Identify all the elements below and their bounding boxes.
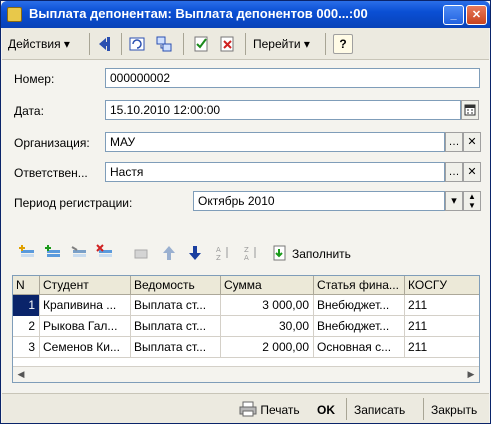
toolbar-separator: [121, 33, 122, 55]
toolbar-separator: [89, 33, 90, 55]
sort-desc-icon[interactable]: ZA: [241, 243, 261, 263]
table-row[interactable]: 1 Крапивина ... Выплата ст... 3 000,00 В…: [13, 295, 479, 316]
ellipsis-icon[interactable]: …: [445, 162, 463, 182]
edit-row-icon[interactable]: [69, 243, 89, 263]
move-up-icon[interactable]: [159, 243, 179, 263]
calendar-icon[interactable]: [461, 100, 479, 120]
org-label: Организация:: [14, 136, 90, 150]
footer-separator: [423, 398, 424, 420]
help-button[interactable]: ?: [333, 34, 353, 54]
table-row[interactable]: 2 Рыкова Гал... Выплата ст... 30,00 Внеб…: [13, 316, 479, 337]
toolbar-separator: [245, 33, 246, 55]
cell-article: Внебюджет...: [314, 295, 405, 316]
cell-statement: Выплата ст...: [131, 337, 221, 358]
period-label: Период регистрации:: [14, 196, 133, 210]
table-row[interactable]: 3 Семенов Ки... Выплата ст... 2 000,00 О…: [13, 337, 479, 358]
students-table[interactable]: N Студент Ведомость Сумма Статья фина...…: [12, 275, 480, 383]
toolbar-separator: [325, 33, 326, 55]
sort-asc-icon[interactable]: AZ: [213, 243, 233, 263]
back-icon[interactable]: [96, 34, 116, 54]
org-field[interactable]: МАУ: [105, 132, 445, 152]
row-number: 3: [13, 337, 40, 358]
svg-text:A: A: [216, 246, 221, 254]
cell-article: Внебюджет...: [314, 316, 405, 337]
dropdown-icon[interactable]: ▾: [445, 191, 463, 211]
row-number: 1: [13, 295, 40, 316]
cell-sum: 30,00: [221, 316, 314, 337]
date-label: Дата:: [14, 104, 44, 118]
help-icon: ?: [339, 37, 347, 51]
add-row-icon[interactable]: [17, 243, 37, 263]
end-edit-icon: [131, 243, 151, 263]
column-header-article[interactable]: Статья фина...: [314, 276, 405, 295]
cell-kosgu: 211: [408, 319, 428, 333]
horizontal-scrollbar[interactable]: ◀ ▶: [13, 366, 479, 382]
resp-field[interactable]: Настя: [105, 162, 445, 182]
ellipsis-icon[interactable]: …: [445, 132, 463, 152]
footer-bar: Печать OK Записать Закрыть: [2, 393, 489, 423]
fill-button-label[interactable]: Заполнить: [292, 247, 351, 261]
cell-kosgu: 211: [408, 340, 428, 354]
actions-label: Действия: [8, 37, 61, 51]
print-icon: [239, 401, 257, 417]
period-field[interactable]: Октябрь 2010: [193, 191, 445, 211]
footer-separator: [346, 398, 347, 420]
cell-statement: Выплата ст...: [131, 316, 221, 337]
close-button[interactable]: Закрыть: [431, 400, 477, 420]
svg-text:A: A: [244, 254, 249, 262]
print-label: Печать: [260, 403, 300, 417]
goto-menu[interactable]: Перейти ▾: [253, 33, 310, 55]
goto-label: Перейти: [253, 37, 301, 51]
column-header-student[interactable]: Студент: [40, 276, 131, 295]
copy-row-icon[interactable]: [43, 243, 63, 263]
minimize-icon[interactable]: _: [443, 5, 464, 25]
cell-sum: 3 000,00: [221, 295, 314, 316]
column-header-kosgu[interactable]: КОСГУ: [405, 276, 479, 295]
scroll-left-icon[interactable]: ◀: [13, 367, 29, 382]
unpost-icon[interactable]: [217, 34, 237, 54]
column-header-sum[interactable]: Сумма: [221, 276, 314, 295]
number-field[interactable]: 000000002: [105, 68, 480, 88]
main-toolbar: Действия ▾ Перейти ▾ ?: [2, 28, 489, 60]
window-title: Выплата депонентам: Выплата депонентов 0…: [29, 6, 368, 21]
delete-row-icon[interactable]: [95, 243, 115, 263]
structure-icon[interactable]: [154, 34, 174, 54]
cell-student: Рыкова Гал...: [40, 316, 131, 337]
cell-kosgu: 211: [408, 298, 428, 312]
close-icon[interactable]: ✕: [466, 5, 487, 25]
svg-text:Z: Z: [216, 254, 221, 262]
title-bar[interactable]: Выплата депонентам: Выплата депонентов 0…: [1, 1, 490, 28]
number-label: Номер:: [14, 72, 55, 86]
clear-icon[interactable]: ✕: [463, 162, 481, 182]
move-down-icon[interactable]: [185, 243, 205, 263]
fill-icon[interactable]: [269, 243, 289, 263]
cell-sum: 2 000,00: [221, 337, 314, 358]
post-icon[interactable]: [191, 34, 211, 54]
app-icon: [7, 7, 22, 22]
ok-button[interactable]: OK: [317, 400, 335, 420]
actions-menu[interactable]: Действия ▾: [8, 33, 70, 55]
svg-text:Z: Z: [244, 246, 249, 254]
document-window: Выплата депонентам: Выплата депонентов 0…: [0, 0, 491, 424]
column-header-statement[interactable]: Ведомость: [131, 276, 221, 295]
date-field[interactable]: 15.10.2010 12:00:00: [105, 100, 461, 120]
column-header-n[interactable]: N: [13, 276, 40, 295]
clear-icon[interactable]: ✕: [463, 132, 481, 152]
cell-student: Крапивина ...: [40, 295, 131, 316]
row-number: 2: [13, 316, 40, 337]
cell-article: Основная с...: [314, 337, 405, 358]
save-button[interactable]: Записать: [354, 400, 405, 420]
scroll-right-icon[interactable]: ▶: [463, 367, 479, 382]
toolbar-separator: [183, 33, 184, 55]
cell-student: Семенов Ки...: [40, 337, 131, 358]
table-header: N Студент Ведомость Сумма Статья фина...…: [13, 276, 479, 295]
cell-statement: Выплата ст...: [131, 295, 221, 316]
resp-label: Ответствен...: [14, 166, 88, 180]
spin-icon[interactable]: ▲ ▼: [463, 191, 481, 211]
refresh-icon[interactable]: [127, 34, 147, 54]
print-button[interactable]: Печать: [239, 400, 300, 420]
